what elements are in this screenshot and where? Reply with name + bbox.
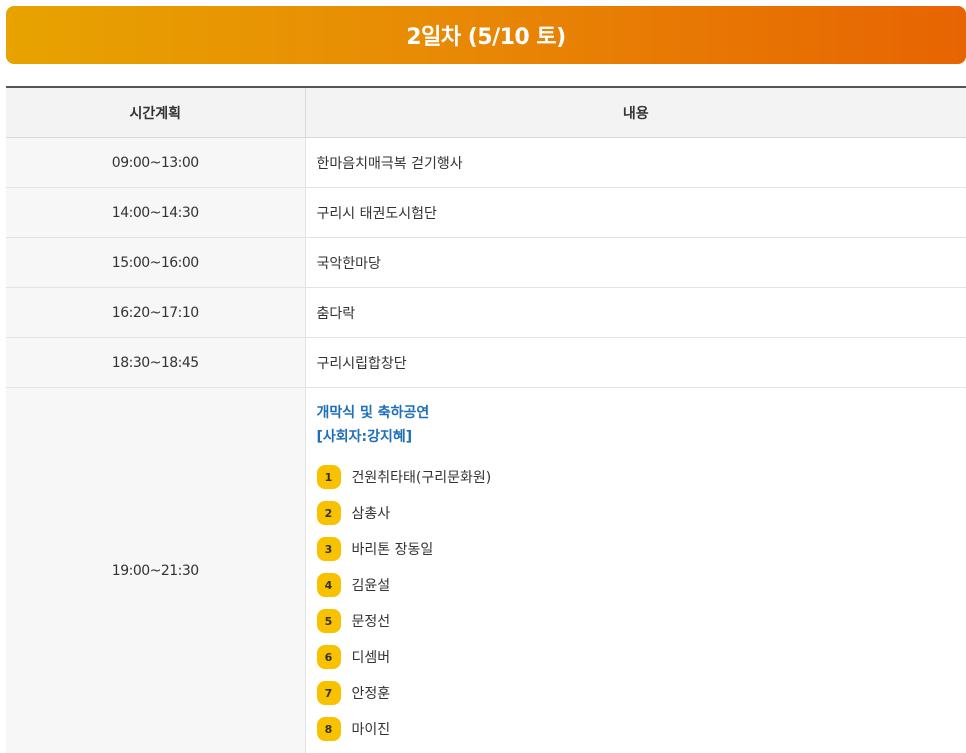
number-badge: 5 [317,609,341,633]
content-cell: 국악한마당 [305,238,966,288]
list-item: 1 건원취타태(구리문화원) [317,459,966,495]
event-host: [사회자:강지혜] [317,425,966,449]
content-cell-main-event: 개막식 및 축하공연 [사회자:강지혜] 1 건원취타태(구리문화원) 2 삼총… [305,388,966,753]
table-row: 09:00~13:00 한마음치매극복 걷기행사 [6,138,966,188]
list-item: 7 안정훈 [317,675,966,711]
time-cell: 14:00~14:30 [6,188,305,238]
list-item: 2 삼총사 [317,495,966,531]
performer-list: 1 건원취타태(구리문화원) 2 삼총사 3 바리톤 장동일 4 김윤설 [317,459,966,747]
performer-name: 김윤설 [352,575,391,595]
table-row-main-event: 19:00~21:30 개막식 및 축하공연 [사회자:강지혜] 1 건원취타태… [6,388,966,753]
number-badge: 8 [317,717,341,741]
time-cell: 16:20~17:10 [6,288,305,338]
performer-name: 건원취타태(구리문화원) [352,467,492,487]
list-item: 5 문정선 [317,603,966,639]
performer-name: 마이진 [352,719,391,739]
number-badge: 1 [317,465,341,489]
number-badge: 7 [317,681,341,705]
table-row: 18:30~18:45 구리시립합창단 [6,338,966,388]
column-header-content: 내용 [305,87,966,138]
time-cell: 09:00~13:00 [6,138,305,188]
performer-name: 디셈버 [352,647,391,667]
table-row: 15:00~16:00 국악한마당 [6,238,966,288]
table-row: 14:00~14:30 구리시 태권도시험단 [6,188,966,238]
column-header-time: 시간계획 [6,87,305,138]
content-cell: 구리시 태권도시험단 [305,188,966,238]
number-badge: 3 [317,537,341,561]
table-row: 16:20~17:10 춤다락 [6,288,966,338]
list-item: 4 김윤설 [317,567,966,603]
list-item: 6 디셈버 [317,639,966,675]
time-cell: 18:30~18:45 [6,338,305,388]
number-badge: 6 [317,645,341,669]
performer-name: 안정훈 [352,683,391,703]
performer-name: 삼총사 [352,503,391,523]
schedule-table: 시간계획 내용 09:00~13:00 한마음치매극복 걷기행사 14:00~1… [6,86,966,753]
performer-name: 문정선 [352,611,391,631]
day-title: 2일차 (5/10 토) [406,19,565,51]
time-cell: 15:00~16:00 [6,238,305,288]
list-item: 3 바리톤 장동일 [317,531,966,567]
content-cell: 한마음치매극복 걷기행사 [305,138,966,188]
content-cell: 춤다락 [305,288,966,338]
table-header-row: 시간계획 내용 [6,87,966,138]
number-badge: 4 [317,573,341,597]
performer-name: 바리톤 장동일 [352,539,434,559]
event-title: 개막식 및 축하공연 [317,401,966,425]
time-cell: 19:00~21:30 [6,388,305,753]
content-cell: 구리시립합창단 [305,338,966,388]
number-badge: 2 [317,501,341,525]
day-header-banner: 2일차 (5/10 토) [6,6,966,64]
